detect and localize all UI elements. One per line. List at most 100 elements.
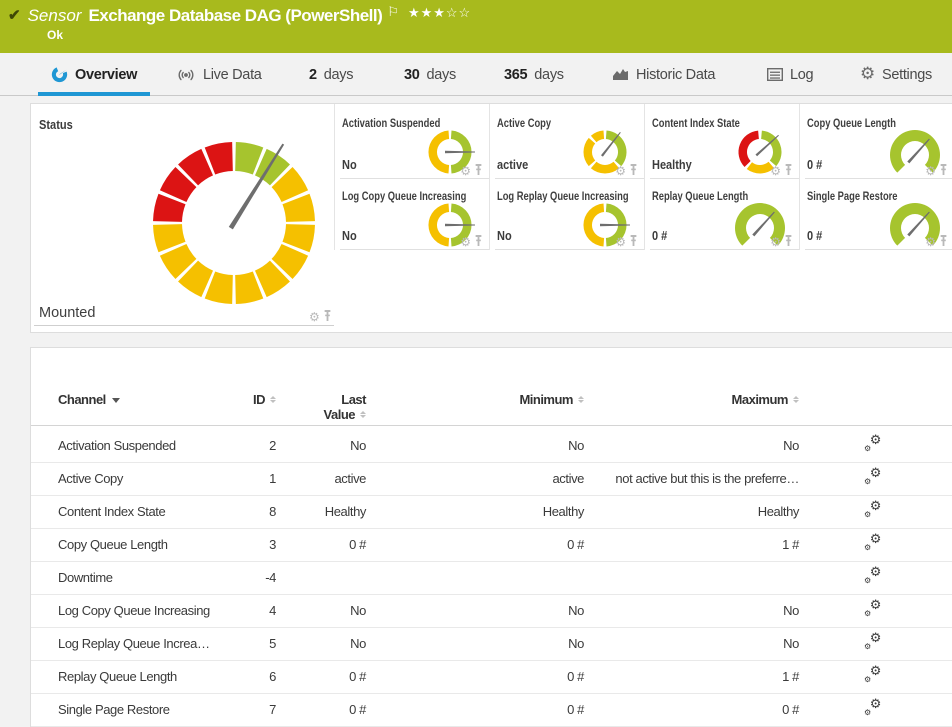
channel-settings-button[interactable]: ⚙⚙ (861, 496, 895, 529)
chart-icon (612, 67, 629, 82)
channel-settings-button[interactable]: ⚙⚙ (861, 628, 895, 661)
table-header-separator (31, 425, 952, 426)
sort-desc-icon (112, 398, 120, 403)
pin-icon[interactable] (629, 235, 638, 247)
channel-settings-button[interactable]: ⚙⚙ (861, 529, 895, 562)
gear-icon[interactable]: ⚙ (615, 166, 626, 176)
table-row[interactable]: Content Index State 8 Healthy Healthy He… (31, 496, 952, 529)
pin-icon[interactable] (784, 164, 793, 176)
tab-number: 2 (309, 67, 317, 83)
gauge-cell-replay-queue-length[interactable]: Replay Queue Length0 #⚙ (644, 179, 799, 250)
col-channel[interactable]: Channel (58, 392, 120, 407)
cell-last-value: No (266, 595, 366, 627)
col-last-value[interactable]: LastValue (266, 392, 366, 422)
table-row[interactable]: Downtime -4 ⚙⚙ (31, 562, 952, 595)
cell-maximum: 1 # (551, 529, 799, 561)
gear-small-icon: ⚙ (864, 676, 871, 684)
col-id[interactable]: ID (161, 392, 276, 407)
cell-channel: Copy Queue Length (58, 529, 168, 561)
col-maximum[interactable]: Maximum (551, 392, 799, 407)
tab-overview[interactable]: Overview (38, 53, 150, 96)
status-badge: Ok (47, 28, 63, 42)
tab-number: 365 (504, 67, 527, 83)
gear-icon[interactable]: ⚙ (615, 237, 626, 247)
cell-last-value: 0 # (266, 694, 366, 726)
tab-live-data[interactable]: Live Data (163, 53, 275, 96)
pin-icon[interactable] (474, 235, 483, 247)
gauge-cell-active-copy[interactable]: Active Copyactive⚙ (489, 104, 644, 179)
cell-id: 7 (161, 694, 276, 726)
gauge-cell-log-copy-queue-increasing[interactable]: Log Copy Queue IncreasingNo⚙ (334, 179, 489, 250)
pin-icon[interactable] (784, 235, 793, 247)
gauge-value: 0 # (807, 158, 822, 172)
tab-label: days (534, 67, 563, 83)
cell-last-value: 0 # (266, 529, 366, 561)
tab-label: Live Data (203, 67, 262, 83)
tab-days[interactable]: 30days (391, 53, 469, 96)
cell-last-value: 0 # (266, 661, 366, 693)
pin-icon[interactable] (323, 310, 332, 322)
gauge-cell-log-replay-queue-increasing[interactable]: Log Replay Queue IncreasingNo⚙ (489, 179, 644, 250)
gear-icon[interactable]: ⚙ (309, 312, 320, 322)
gauge-cell-single-page-restore[interactable]: Single Page Restore0 #⚙ (799, 179, 952, 250)
pin-icon[interactable] (629, 164, 638, 176)
cell-last-value: active (266, 463, 366, 495)
table-row[interactable]: Copy Queue Length 3 0 # 0 # 1 # ⚙⚙ (31, 529, 952, 562)
cell-last-value: No (266, 628, 366, 660)
gear-small-icon: ⚙ (864, 709, 871, 717)
live-icon (176, 67, 196, 83)
tab-label: Settings (882, 67, 932, 83)
gauge-cell-content-index-state[interactable]: Content Index StateHealthy⚙ (644, 104, 799, 179)
tab-bar: Overview Live Data 2days 30days 365 days Histo… (0, 53, 952, 96)
gear-icon: ⚙ (870, 665, 881, 678)
cell-id: 6 (161, 661, 276, 693)
gear-icon[interactable]: ⚙ (770, 237, 781, 247)
pin-icon[interactable] (939, 164, 948, 176)
gear-icon[interactable]: ⚙ (460, 166, 471, 176)
cell-id: -4 (161, 562, 276, 594)
channel-settings-button[interactable]: ⚙⚙ (861, 595, 895, 628)
cell-id: 8 (161, 496, 276, 528)
channel-settings-button[interactable]: ⚙⚙ (861, 562, 895, 595)
gauge-title: Content Index State (652, 116, 740, 130)
channel-settings-button[interactable]: ⚙⚙ (861, 694, 895, 727)
status-cell-value: Mounted (39, 305, 95, 321)
tab-label: Log (790, 67, 813, 83)
channel-settings-button[interactable]: ⚙⚙ (861, 463, 895, 496)
gear-icon[interactable]: ⚙ (925, 166, 936, 176)
pin-icon[interactable] (474, 164, 483, 176)
gear-icon: ⚙ (870, 500, 881, 513)
tab-label: Historic Data (636, 67, 715, 83)
table-row[interactable]: Activation Suspended 2 No No No ⚙⚙ (31, 430, 952, 463)
table-row[interactable]: Log Replay Queue Increa… 5 No No No ⚙⚙ (31, 628, 952, 661)
tab-settings[interactable]: ⚙Settings (847, 53, 945, 96)
gauge-dial (728, 196, 792, 260)
cell-channel: Downtime (58, 562, 113, 594)
cell-last-value: No (266, 430, 366, 462)
cell-id: 4 (161, 595, 276, 627)
priority-stars[interactable]: ★★★☆☆ (408, 5, 471, 21)
pin-icon[interactable] (939, 235, 948, 247)
table-row[interactable]: Replay Queue Length 6 0 # 0 # 1 # ⚙⚙ (31, 661, 952, 694)
gauge-cell-copy-queue-length[interactable]: Copy Queue Length0 #⚙ (799, 104, 952, 179)
table-row[interactable]: Active Copy 1 active active not active b… (31, 463, 952, 496)
tab-label: Overview (75, 67, 137, 83)
channel-settings-button[interactable]: ⚙⚙ (861, 430, 895, 463)
tab-historic-data[interactable]: Historic Data (599, 53, 728, 96)
tab-log[interactable]: Log (754, 53, 826, 96)
gear-icon[interactable]: ⚙ (770, 166, 781, 176)
gear-icon[interactable]: ⚙ (925, 237, 936, 247)
tab-days[interactable]: 2days (296, 53, 366, 96)
channel-settings-button[interactable]: ⚙⚙ (861, 661, 895, 694)
sort-icon (793, 396, 799, 403)
table-row[interactable]: Single Page Restore 7 0 # 0 # 0 # ⚙⚙ (31, 694, 952, 727)
gear-icon[interactable]: ⚙ (460, 237, 471, 247)
gauge-cell-activation-suspended[interactable]: Activation SuspendedNo⚙ (334, 104, 489, 179)
cell-maximum: not active but this is the preferre… (551, 463, 799, 495)
priority-flag-icon[interactable]: ⚐ (387, 4, 399, 20)
tab-days[interactable]: 365 days (491, 53, 577, 96)
gear-icon: ⚙ (870, 467, 881, 480)
status-gauge (136, 125, 332, 321)
table-row[interactable]: Log Copy Queue Increasing 4 No No No ⚙⚙ (31, 595, 952, 628)
cell-maximum: Healthy (551, 496, 799, 528)
